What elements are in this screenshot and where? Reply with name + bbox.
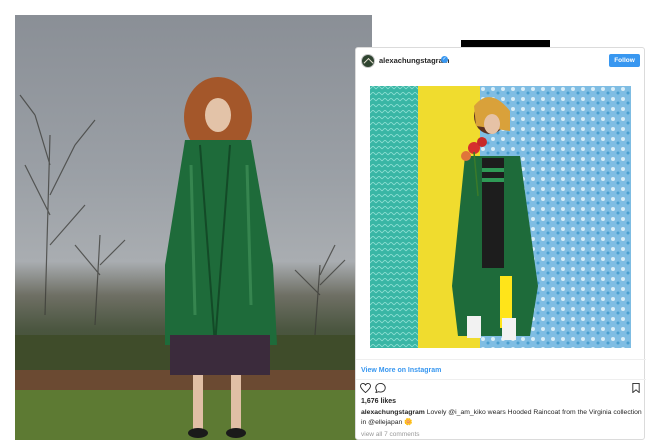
caption-username[interactable]: alexachungstagram xyxy=(361,409,425,416)
heart-icon[interactable] xyxy=(360,383,371,393)
instagram-embed-card: alexachungstagram ✓ Follow View More on … xyxy=(355,47,646,440)
view-more-link[interactable]: View More on Instagram xyxy=(361,367,441,374)
view-comments-link[interactable]: view all 7 comments xyxy=(361,431,420,438)
editorial-photo xyxy=(15,15,372,440)
divider xyxy=(356,359,646,360)
divider xyxy=(356,379,646,380)
likes-count: 1,676 likes xyxy=(361,398,397,405)
post-header: alexachungstagram ✓ Follow xyxy=(356,48,646,78)
editorial-photo-illustration xyxy=(15,77,372,440)
verified-badge-icon: ✓ xyxy=(441,56,448,63)
username[interactable]: alexachungstagram xyxy=(379,56,449,65)
post-image-illustration xyxy=(370,86,631,348)
post-caption: alexachungstagram Lovely @i_am_kiko wear… xyxy=(361,408,643,427)
post-image[interactable] xyxy=(370,86,631,348)
avatar[interactable] xyxy=(361,54,375,68)
follow-button[interactable]: Follow xyxy=(609,54,640,67)
comment-icon[interactable] xyxy=(375,383,386,393)
bookmark-icon[interactable] xyxy=(632,383,640,393)
